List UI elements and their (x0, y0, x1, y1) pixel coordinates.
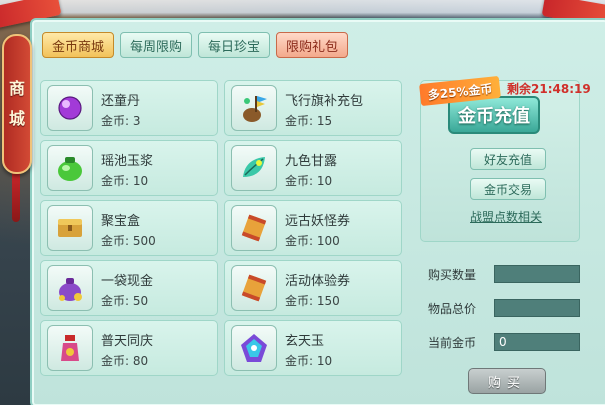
price-value: 10 (316, 354, 333, 368)
item-price: 金币: 50 (101, 292, 148, 309)
countdown-timer: 剩余21:48:19 (507, 82, 591, 96)
quantity-field[interactable] (494, 265, 580, 283)
currency-label: 金币: (285, 174, 314, 188)
tab-gold-shop[interactable]: 金币商城 (42, 32, 115, 58)
item-slot (47, 325, 93, 371)
currency-label: 金币: (285, 294, 314, 308)
scroll-icon (241, 214, 267, 242)
item-price: 金币: 3 (101, 112, 141, 129)
side-tab-char-1: 商 (8, 79, 25, 98)
tab-daily-treasure[interactable]: 每日珍宝 (198, 32, 271, 58)
side-tab-char-2: 城 (8, 109, 25, 128)
item-name: 九色甘露 (285, 154, 338, 169)
item-slot (47, 265, 93, 311)
price-value: 100 (316, 234, 340, 248)
currency-label: 金币: (101, 234, 130, 248)
item-grid: 还童丹 金币: 3 飞行旗补充包 金币: 15 瑶池玉浆 金币: 10 九色甘露… (40, 80, 402, 376)
snow-decoration (0, 0, 605, 18)
item-name: 还童丹 (101, 94, 141, 109)
item-slot (47, 205, 93, 251)
tab-limited-pack[interactable]: 限购礼包 (276, 32, 349, 58)
shop-side-tab[interactable]: 商 城 (2, 34, 32, 174)
shop-item[interactable]: 普天同庆 金币: 80 (40, 320, 218, 376)
item-slot (231, 325, 277, 371)
currency-label: 金币: (101, 354, 130, 368)
shop-item[interactable]: 一袋现金 金币: 50 (40, 260, 218, 316)
currency-label: 金币: (101, 294, 130, 308)
item-name: 飞行旗补充包 (285, 94, 364, 109)
shop-tabs: 金币商城 每周限购 每日珍宝 限购礼包 (42, 32, 349, 58)
currency-label: 金币: (101, 174, 130, 188)
item-price: 金币: 15 (285, 112, 332, 129)
gold-trade-button[interactable]: 金币交易 (470, 178, 546, 200)
item-price: 金币: 500 (101, 232, 156, 249)
price-value: 80 (132, 354, 149, 368)
item-name: 远古妖怪券 (285, 214, 351, 229)
current-gold-label: 当前金币 (428, 336, 477, 350)
item-name: 瑶池玉浆 (101, 154, 154, 169)
item-price: 金币: 10 (101, 172, 148, 189)
item-name: 活动体验券 (285, 274, 351, 289)
currency-label: 金币: (285, 114, 314, 128)
item-slot (231, 265, 277, 311)
current-gold-field: 0 (494, 333, 580, 351)
shop-item[interactable]: 飞行旗补充包 金币: 15 (224, 80, 402, 136)
friend-recharge-button[interactable]: 好友充值 (470, 148, 546, 170)
green-leaf-icon (243, 157, 265, 177)
money-bag-icon (59, 278, 82, 301)
side-tassel-decoration (12, 172, 20, 222)
scroll-icon (241, 274, 267, 302)
item-slot (231, 85, 277, 131)
item-slot (231, 205, 277, 251)
item-price: 金币: 10 (285, 352, 332, 369)
currency-label: 金币: (101, 114, 130, 128)
item-slot (231, 145, 277, 191)
shop-item[interactable]: 玄天玉 金币: 10 (224, 320, 402, 376)
treasure-box-icon (58, 219, 82, 237)
item-price: 金币: 150 (285, 292, 340, 309)
shop-item[interactable]: 活动体验券 金币: 150 (224, 260, 402, 316)
price-value: 15 (316, 114, 333, 128)
price-value: 10 (316, 174, 333, 188)
price-value: 500 (132, 234, 156, 248)
item-price: 金币: 10 (285, 172, 332, 189)
item-name: 一袋现金 (101, 274, 154, 289)
firework-bottle-icon (61, 335, 79, 361)
price-value: 10 (132, 174, 149, 188)
price-value: 50 (132, 294, 149, 308)
quantity-label: 购买数量 (428, 268, 477, 282)
price-value: 150 (316, 294, 340, 308)
flag-bag-icon (243, 96, 267, 122)
price-value: 3 (132, 114, 141, 128)
guild-points-link[interactable]: 战盟点数相关 (470, 208, 542, 225)
tab-weekly-limit[interactable]: 每周限购 (120, 32, 193, 58)
item-slot (47, 145, 93, 191)
total-price-field (494, 299, 580, 317)
item-price: 金币: 80 (101, 352, 148, 369)
item-name: 聚宝盒 (101, 214, 141, 229)
currency-label: 金币: (285, 354, 314, 368)
item-name: 玄天玉 (285, 334, 325, 349)
shop-item[interactable]: 聚宝盒 金币: 500 (40, 200, 218, 256)
shop-item[interactable]: 远古妖怪券 金币: 100 (224, 200, 402, 256)
item-name: 普天同庆 (101, 334, 154, 349)
purple-pill-icon (58, 96, 82, 120)
currency-label: 金币: (285, 234, 314, 248)
shop-item[interactable]: 还童丹 金币: 3 (40, 80, 218, 136)
item-slot (47, 85, 93, 131)
total-price-label: 物品总价 (428, 302, 477, 316)
item-price: 金币: 100 (285, 232, 340, 249)
green-jar-icon (58, 157, 82, 181)
shop-item[interactable]: 九色甘露 金币: 10 (224, 140, 402, 196)
buy-button[interactable]: 购买 (468, 368, 546, 394)
shop-item[interactable]: 瑶池玉浆 金币: 10 (40, 140, 218, 196)
jade-gem-icon (241, 334, 267, 362)
